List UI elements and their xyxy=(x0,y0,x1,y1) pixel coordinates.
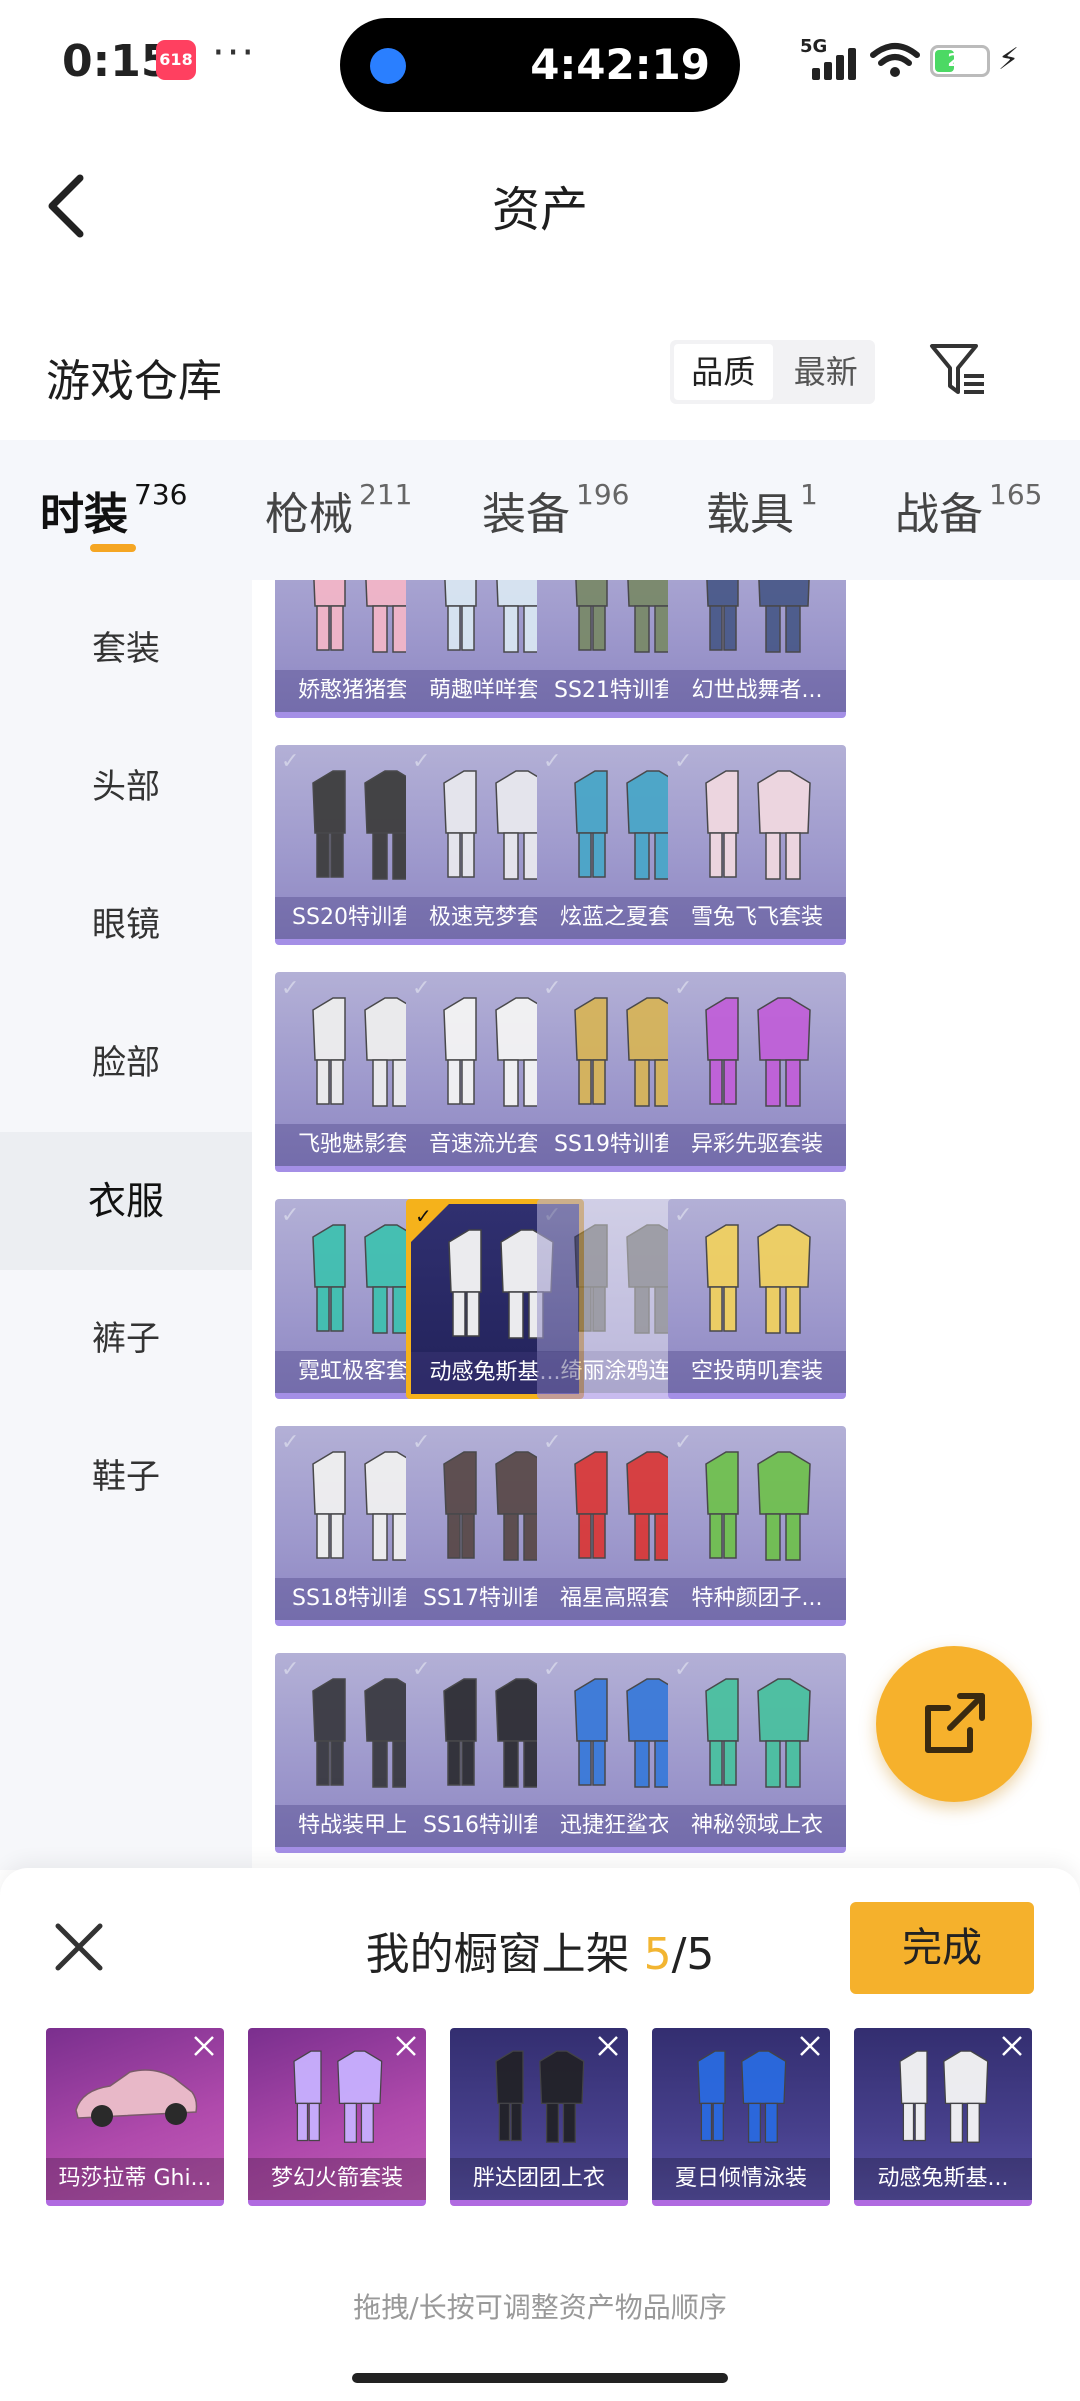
outfit-icon xyxy=(705,997,811,1107)
remove-icon[interactable] xyxy=(192,2034,216,2058)
outfit-icon xyxy=(705,770,811,880)
asset-name: 幻世战舞者... xyxy=(668,670,846,712)
sidebar-item-glasses[interactable]: 眼镜 xyxy=(0,856,252,994)
panel-title-prefix: 我的橱窗上架 xyxy=(365,1929,644,1980)
tab-fashion[interactable]: 时装 736 xyxy=(40,478,187,542)
wifi-icon xyxy=(870,43,920,77)
battery-level: 21 xyxy=(947,50,973,71)
asset-card[interactable]: ✓ 异彩先驱套装 xyxy=(668,972,846,1172)
asset-name: 雪兔飞飞套装 xyxy=(668,897,846,939)
showcase-item[interactable]: 夏日倾情泳装 xyxy=(652,2028,830,2206)
outfit-icon xyxy=(705,1451,811,1561)
filter-icon[interactable] xyxy=(928,338,988,402)
asset-name: 异彩先驱套装 xyxy=(668,1124,846,1166)
island-timer: 4:42:19 xyxy=(530,40,710,89)
tab-count: 211 xyxy=(359,478,413,511)
tab-supplies[interactable]: 战备 165 xyxy=(895,478,1042,542)
showcase-item[interactable]: 胖达团团上衣 xyxy=(450,2028,628,2206)
outfit-icon xyxy=(899,2050,989,2143)
asset-name: 空投萌叽套装 xyxy=(668,1351,846,1393)
home-indicator[interactable] xyxy=(352,2373,728,2383)
outfit-icon xyxy=(705,1224,811,1334)
tab-label: 装备 xyxy=(482,489,570,540)
page-title: 资产 xyxy=(491,182,588,238)
timer-icon xyxy=(370,48,406,84)
outfit-icon xyxy=(706,580,810,653)
showcase-item-name: 玛莎拉蒂 Ghi... xyxy=(46,2158,224,2200)
remove-icon[interactable] xyxy=(394,2034,418,2058)
showcase-item[interactable]: 梦幻火箭套装 xyxy=(248,2028,426,2206)
asset-name: 神秘领域上衣 xyxy=(668,1805,846,1847)
tab-count: 165 xyxy=(989,478,1043,511)
status-bar: 0:15 618 ··· 4:42:19 5G 21 ⚡ xyxy=(0,0,1080,130)
active-tab-indicator xyxy=(90,544,136,552)
header: 资产 xyxy=(0,130,1080,280)
sort-newest-button[interactable]: 最新 xyxy=(777,340,876,404)
check-icon: ✓ xyxy=(415,1204,432,1228)
sidebar-item-shoes[interactable]: 鞋子 xyxy=(0,1408,252,1546)
asset-card[interactable]: ✓ 神秘领域上衣 xyxy=(668,1653,846,1853)
showcase-item-name: 夏日倾情泳装 xyxy=(652,2158,830,2200)
remove-icon[interactable] xyxy=(1000,2034,1024,2058)
showcase-panel: 我的橱窗上架 5/5 完成 玛莎拉蒂 Ghi... 梦幻火箭套装 胖达团团上衣 夏日倾… xyxy=(0,1868,1080,2401)
more-dots-icon: ··· xyxy=(212,30,257,76)
tab-label: 载具 xyxy=(706,489,794,540)
tab-count: 1 xyxy=(800,478,818,511)
remove-icon[interactable] xyxy=(798,2034,822,2058)
battery-icon: 21 xyxy=(930,45,990,77)
showcase-item-name: 动感兔斯基... xyxy=(854,2158,1032,2200)
panel-current-count: 5 xyxy=(643,1929,672,1980)
section-title: 游戏仓库 xyxy=(46,356,222,407)
app-badge-icon: 618 xyxy=(156,40,196,80)
sidebar-item-clothes[interactable]: 衣服 xyxy=(0,1132,252,1270)
sort-quality-button[interactable]: 品质 xyxy=(674,344,773,400)
category-tab-bar: 时装 736 枪械 211 装备 196 载具 1 战备 165 xyxy=(0,440,1080,580)
sidebar-item-face[interactable]: 脸部 xyxy=(0,994,252,1132)
dynamic-island[interactable]: 4:42:19 xyxy=(340,18,740,112)
outfit-icon xyxy=(705,1678,811,1788)
charging-icon: ⚡ xyxy=(998,42,1020,77)
outfit-icon xyxy=(293,2050,383,2143)
tab-label: 时装 xyxy=(40,489,128,540)
sidebar-item-head[interactable]: 头部 xyxy=(0,718,252,856)
reorder-hint: 拖拽/长按可调整资产物品顺序 xyxy=(353,2291,727,2324)
showcase-item-name: 梦幻火箭套装 xyxy=(248,2158,426,2200)
subcategory-sidebar: 套装 头部 眼镜 脸部 衣服 裤子 鞋子 xyxy=(0,580,252,1870)
showcase-item[interactable]: 玛莎拉蒂 Ghi... xyxy=(46,2028,224,2206)
done-button[interactable]: 完成 xyxy=(850,1902,1034,1994)
tab-label: 枪械 xyxy=(265,489,353,540)
asset-card[interactable]: ✓ 空投萌叽套装 xyxy=(668,1199,846,1399)
outfit-icon xyxy=(697,2050,787,2143)
share-icon xyxy=(925,1693,985,1753)
showcase-item-name: 胖达团团上衣 xyxy=(450,2158,628,2200)
tab-equipment[interactable]: 装备 196 xyxy=(482,478,629,542)
tab-count: 196 xyxy=(576,478,630,511)
outfit-icon xyxy=(495,2050,585,2143)
asset-card[interactable]: ✓幻世战舞者... xyxy=(668,580,846,718)
tab-firearms[interactable]: 枪械 211 xyxy=(265,478,412,542)
signal-icon xyxy=(812,46,858,80)
panel-total-count: /5 xyxy=(671,1929,715,1980)
share-button[interactable] xyxy=(876,1646,1032,1802)
tab-count: 736 xyxy=(134,478,188,511)
tab-label: 战备 xyxy=(895,489,983,540)
tab-vehicles[interactable]: 载具 1 xyxy=(706,478,818,542)
car-icon xyxy=(75,2069,198,2127)
asset-card[interactable]: ✓ 特种颜团子... xyxy=(668,1426,846,1626)
asset-card[interactable]: ✓ 雪兔飞飞套装 xyxy=(668,745,846,945)
sort-toggle: 品质 最新 xyxy=(670,340,875,404)
showcase-item[interactable]: 动感兔斯基... xyxy=(854,2028,1032,2206)
sidebar-item-sets[interactable]: 套装 xyxy=(0,580,252,718)
asset-name: 特种颜团子... xyxy=(668,1578,846,1620)
sidebar-item-pants[interactable]: 裤子 xyxy=(0,1270,252,1408)
remove-icon[interactable] xyxy=(596,2034,620,2058)
